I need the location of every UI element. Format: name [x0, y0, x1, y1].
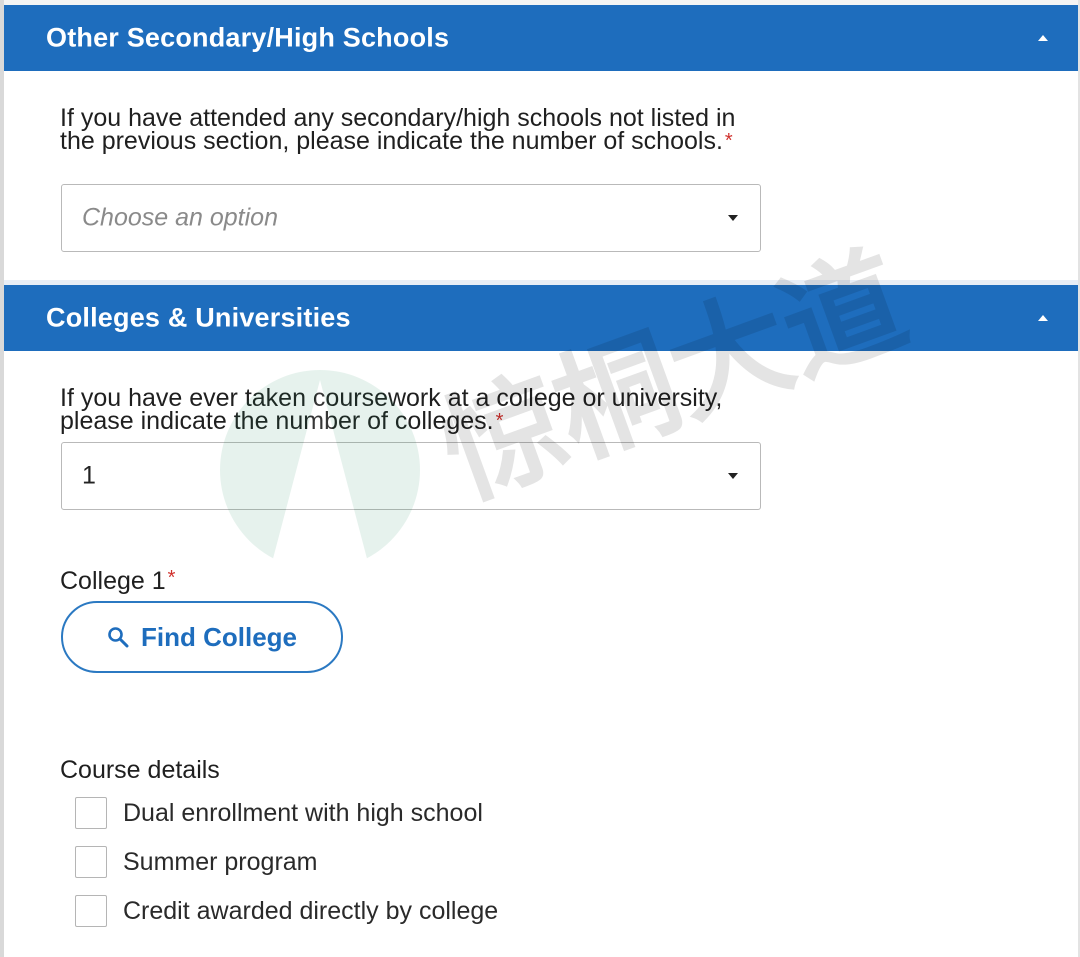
question-text: If you have ever taken coursework at a c… — [60, 384, 723, 435]
checkbox-box[interactable] — [75, 846, 107, 878]
question-text: If you have attended any secondary/high … — [60, 104, 736, 155]
college-1-label: College 1 * — [60, 567, 175, 596]
other-schools-count-select[interactable]: Choose an option — [61, 184, 761, 252]
checkbox-summer-program[interactable]: Summer program — [75, 844, 318, 880]
other-schools-question: If you have attended any secondary/high … — [60, 104, 760, 155]
checkbox-box[interactable] — [75, 895, 107, 927]
select-value: 1 — [82, 461, 96, 490]
checkbox-label: Dual enrollment with high school — [123, 798, 483, 827]
find-college-label: Find College — [141, 621, 297, 652]
course-details-label: Course details — [60, 756, 220, 784]
collapse-caret-icon[interactable] — [1038, 315, 1048, 321]
checkbox-credit-awarded[interactable]: Credit awarded directly by college — [75, 893, 498, 929]
required-asterisk: * — [167, 567, 176, 589]
college-label-text: College 1 — [60, 567, 166, 595]
section-title: Other Secondary/High Schools — [46, 22, 450, 53]
checkbox-label: Summer program — [123, 847, 318, 876]
collapse-caret-icon[interactable] — [1038, 35, 1048, 41]
checkbox-box[interactable] — [75, 797, 107, 829]
checkbox-label: Credit awarded directly by college — [123, 896, 499, 925]
colleges-count-select[interactable]: 1 — [61, 442, 761, 510]
required-asterisk: * — [724, 130, 733, 152]
left-frame-border — [0, 0, 4, 957]
find-college-button[interactable]: Find College — [61, 601, 343, 673]
chevron-down-icon — [728, 473, 738, 479]
select-placeholder: Choose an option — [82, 203, 278, 232]
section-header-colleges[interactable]: Colleges & Universities — [4, 285, 1078, 351]
checkbox-dual-enrollment[interactable]: Dual enrollment with high school — [75, 795, 483, 831]
colleges-question: If you have ever taken coursework at a c… — [60, 384, 760, 435]
chevron-down-icon — [728, 215, 738, 221]
section-title: Colleges & Universities — [46, 302, 351, 333]
section-header-other-schools[interactable]: Other Secondary/High Schools — [4, 5, 1078, 71]
required-asterisk: * — [495, 410, 504, 432]
search-icon — [108, 627, 129, 648]
